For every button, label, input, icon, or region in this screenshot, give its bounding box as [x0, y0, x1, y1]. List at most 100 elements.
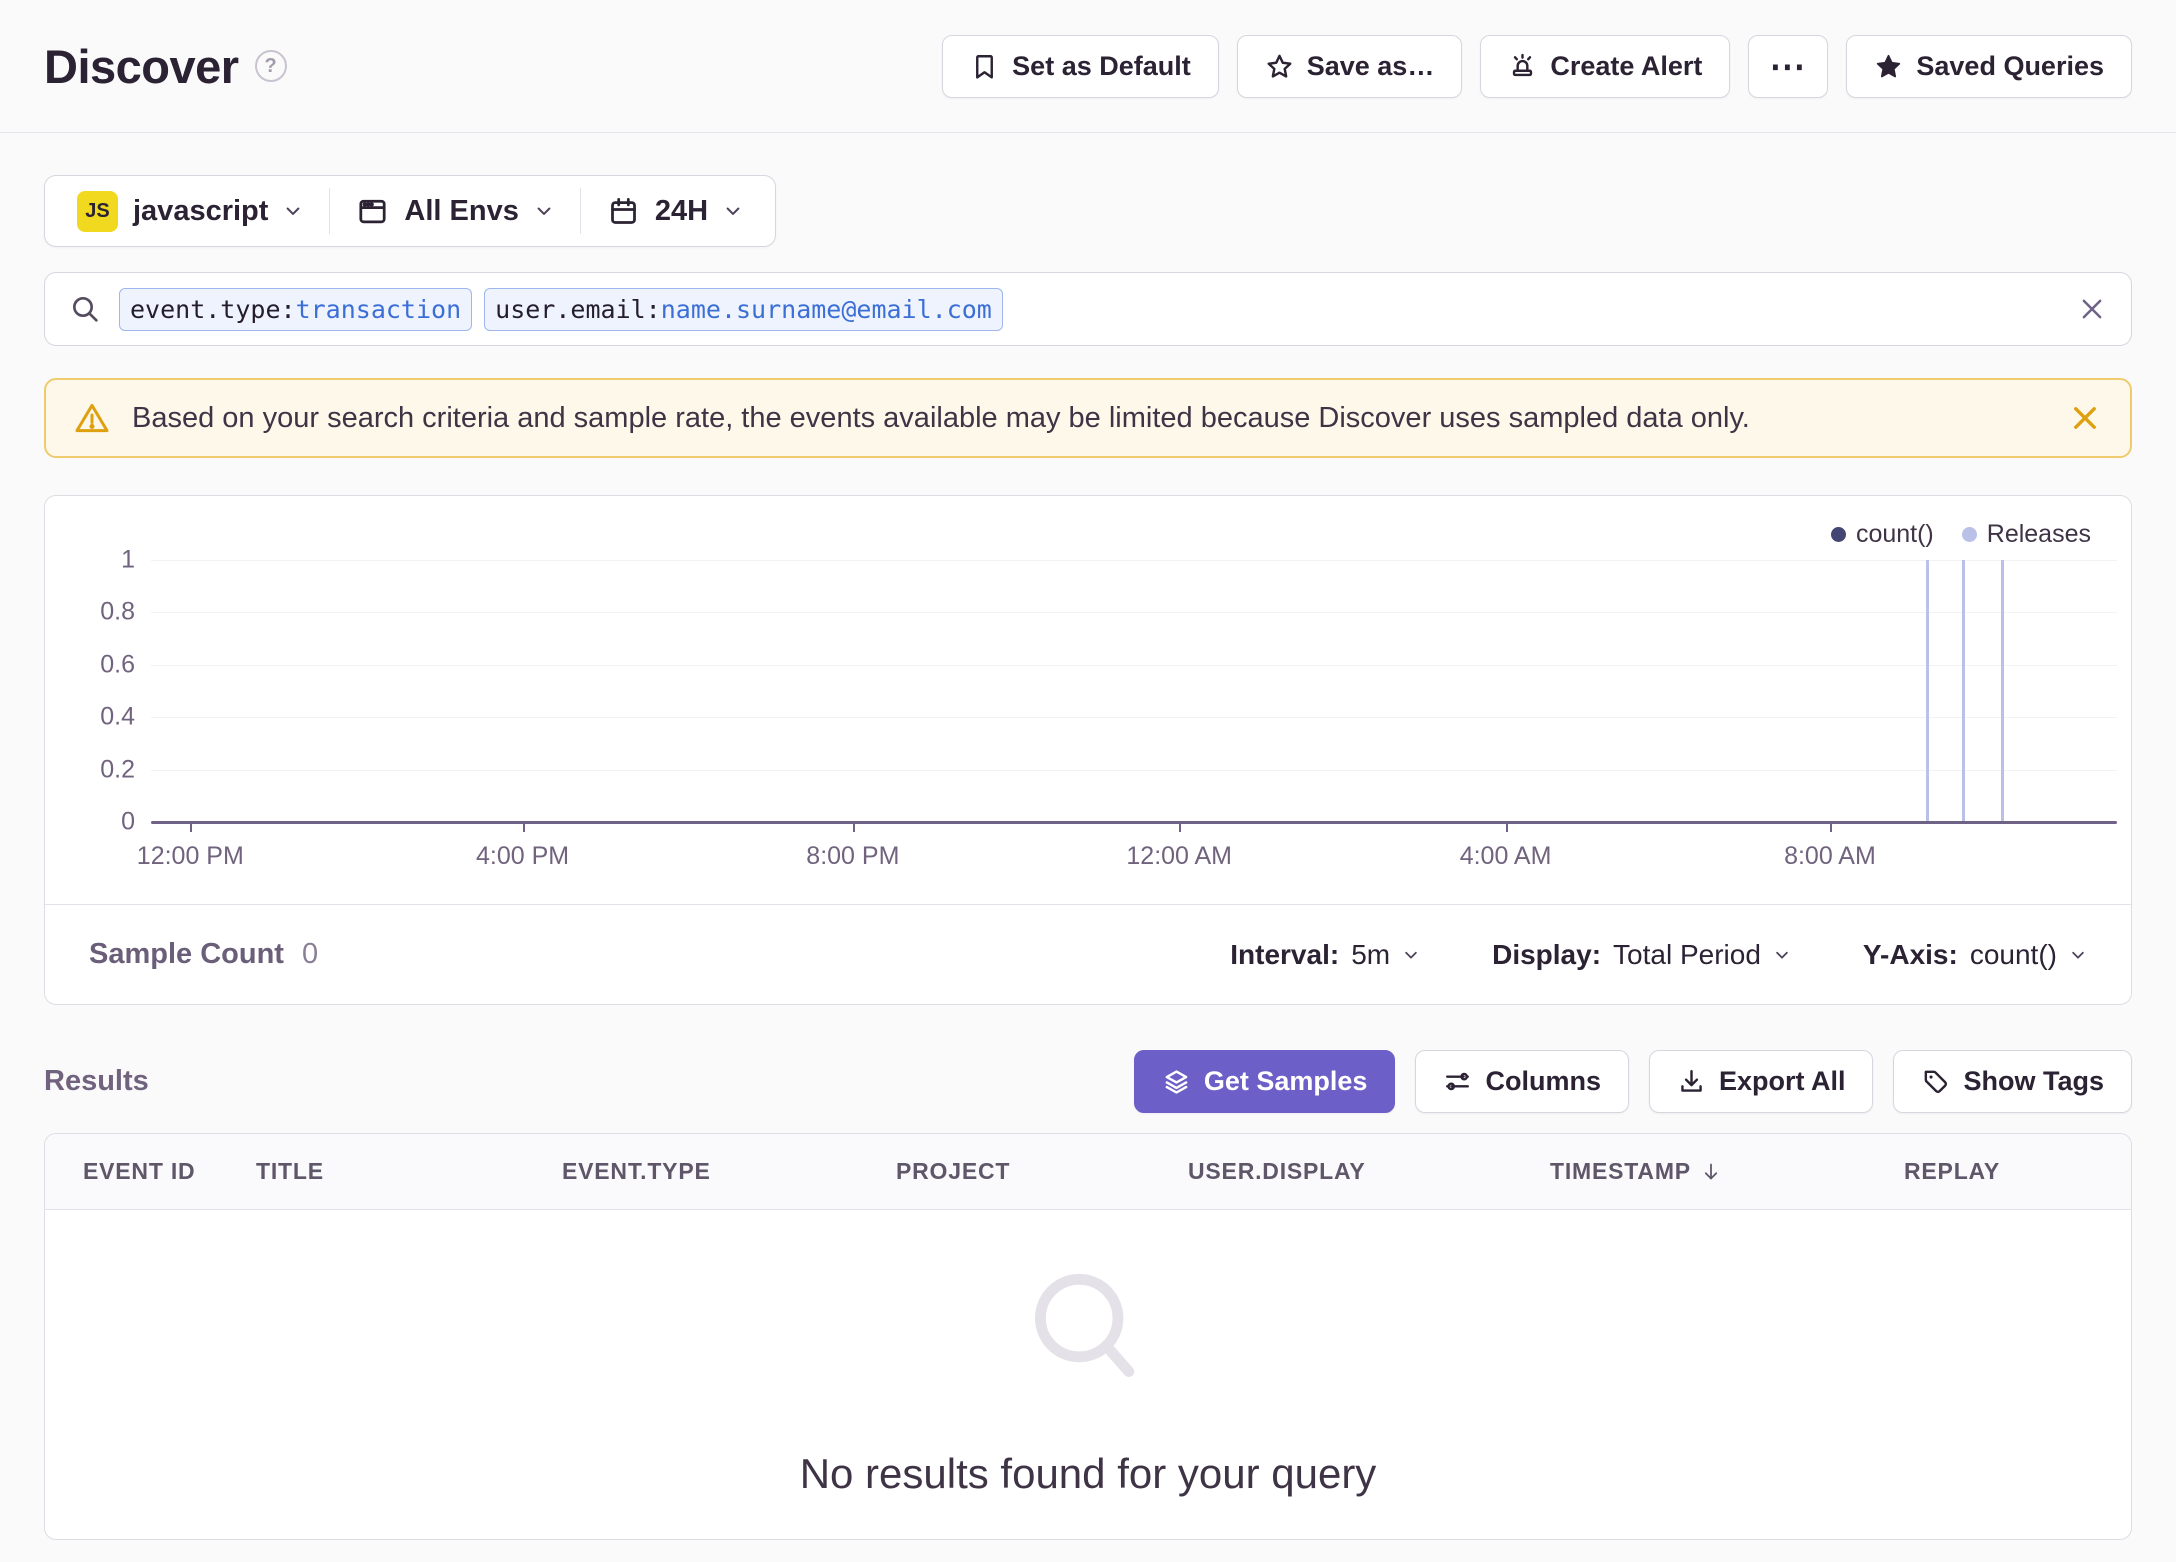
release-marker[interactable] — [1961, 560, 1965, 822]
chevron-down-icon — [287, 207, 300, 215]
sampled-data-warning-banner: Based on your search criteria and sample… — [44, 378, 2132, 458]
set-as-default-button[interactable]: Set as Default — [942, 34, 1219, 98]
column-header-user-display[interactable]: USER.DISPLAY — [1188, 1158, 1550, 1185]
column-header-label: TIMESTAMP — [1550, 1158, 1691, 1184]
chevron-down-icon — [726, 207, 740, 215]
display-dropdown[interactable]: Display: Total Period — [1492, 939, 1791, 971]
more-options-button[interactable]: ⋯ — [1748, 34, 1829, 98]
legend-item-count[interactable]: count() — [1830, 520, 1934, 549]
column-header-label: REPLAY — [1904, 1158, 2000, 1184]
chart-footer-controls: Interval: 5m Display: Total Period Y-Axi… — [1230, 939, 2087, 971]
sliders-icon — [1446, 1072, 1470, 1090]
export-all-button[interactable]: Export All — [1648, 1049, 1874, 1113]
column-header-title[interactable]: TITLE — [256, 1158, 562, 1185]
x-axis-tick-label: 12:00 AM — [1126, 842, 1233, 870]
results-table: EVENT ID TITLE EVENT.TYPE PROJECT USER.D… — [44, 1133, 2132, 1540]
calendar-icon — [610, 197, 636, 224]
gridline — [151, 717, 2117, 719]
chevron-down-icon — [1776, 951, 1788, 959]
y-axis-tick-label: 0.6 — [100, 650, 135, 679]
release-marker[interactable] — [2001, 560, 2004, 822]
show-tags-button[interactable]: Show Tags — [1893, 1049, 2132, 1113]
warning-triangle-icon — [75, 403, 109, 433]
legend-item-releases[interactable]: Releases — [1961, 520, 2091, 549]
releases-dot — [1961, 527, 1977, 542]
saved-queries-label: Saved Queries — [1916, 50, 2104, 81]
interval-value: 5m — [1351, 938, 1391, 970]
ellipsis-icon: ⋯ — [1769, 45, 1808, 86]
environment-filter-dropdown[interactable]: All Envs — [330, 176, 579, 246]
column-header-event-id[interactable]: EVENT ID — [83, 1158, 256, 1185]
interval-dropdown[interactable]: Interval: 5m — [1230, 939, 1420, 971]
y-axis-tick-label: 0 — [121, 807, 135, 836]
column-header-label: EVENT.TYPE — [562, 1158, 711, 1184]
y-axis-tick-label: 1 — [121, 545, 135, 574]
column-header-timestamp[interactable]: TIMESTAMP — [1550, 1158, 1904, 1185]
y-axis-tick-label: 0.4 — [100, 702, 135, 731]
tick-mark — [1179, 822, 1182, 832]
no-results-text: No results found for your query — [799, 1449, 1377, 1497]
events-chart-panel: count() Releases 1 0.8 0.6 0.4 0.2 0 12:… — [44, 495, 2132, 1005]
interval-label: Interval: — [1230, 938, 1340, 970]
y-axis-tick-label: 0.2 — [100, 755, 135, 784]
column-header-label: EVENT ID — [83, 1158, 196, 1184]
x-axis-tick-label: 8:00 AM — [1784, 842, 1876, 870]
columns-button[interactable]: Columns — [1415, 1049, 1629, 1113]
columns-label: Columns — [1485, 1065, 1601, 1096]
get-samples-label: Get Samples — [1203, 1065, 1368, 1096]
release-marker[interactable] — [1926, 560, 1930, 822]
download-icon — [1681, 1069, 1702, 1092]
column-header-event-type[interactable]: EVENT.TYPE — [562, 1158, 896, 1185]
token-value: name.surname@email.com — [660, 294, 992, 324]
get-samples-button[interactable]: Get Samples — [1133, 1049, 1396, 1113]
clear-search-icon[interactable] — [2077, 294, 2107, 324]
x-axis-line — [151, 821, 2117, 824]
project-filter-label: javascript — [133, 194, 269, 227]
warning-text: Based on your search criteria and sample… — [132, 401, 1750, 434]
x-axis-tick-label: 4:00 AM — [1459, 842, 1552, 870]
results-header-row: Results Get Samples Columns Export All S… — [44, 1048, 2132, 1114]
tag-icon — [1925, 1070, 1948, 1093]
search-icon — [73, 297, 98, 322]
star-filled-icon — [1877, 54, 1901, 77]
results-actions: Get Samples Columns Export All Show Tags — [1133, 1049, 2132, 1113]
gridline — [151, 612, 2117, 614]
chart-footer: Sample Count 0 Interval: 5m Display: Tot… — [45, 904, 2131, 1004]
table-header-row: EVENT ID TITLE EVENT.TYPE PROJECT USER.D… — [45, 1134, 2131, 1210]
gridline — [151, 664, 2117, 666]
column-header-project[interactable]: PROJECT — [896, 1158, 1188, 1185]
display-label: Display: — [1492, 938, 1602, 970]
dismiss-banner-icon[interactable] — [2068, 401, 2102, 435]
column-header-replay[interactable]: REPLAY — [1904, 1158, 2131, 1185]
save-as-button[interactable]: Save as… — [1236, 34, 1463, 98]
search-token-user-email[interactable]: user.email: name.surname@email.com — [484, 287, 1003, 331]
time-range-dropdown[interactable]: 24H — [581, 176, 769, 246]
tick-mark — [522, 822, 525, 832]
tick-mark — [1505, 822, 1508, 832]
top-bar-actions: Set as Default Save as… Create Alert ⋯ S… — [942, 34, 2132, 98]
show-tags-label: Show Tags — [1963, 1065, 2104, 1096]
saved-queries-button[interactable]: Saved Queries — [1846, 34, 2132, 98]
x-axis-tick-label: 12:00 PM — [136, 842, 244, 870]
search-input[interactable]: event.type: transaction user.email: name.s… — [44, 272, 2132, 346]
create-alert-button[interactable]: Create Alert — [1480, 34, 1731, 98]
time-range-label: 24H — [654, 194, 709, 227]
y-axis-dropdown[interactable]: Y-Axis: count() — [1863, 939, 2087, 971]
empty-search-icon — [1034, 1273, 1134, 1377]
x-axis-tick-label: 4:00 PM — [476, 842, 570, 870]
results-heading: Results — [44, 1064, 149, 1097]
y-axis-label: Y-Axis: — [1862, 938, 1958, 970]
discover-page: Discover ? Set as Default Save as… Creat… — [0, 0, 2176, 1562]
project-filter-dropdown[interactable]: JS javascript — [51, 176, 329, 246]
sample-count-label: Sample Count — [89, 938, 284, 970]
y-axis-value: count() — [1969, 938, 2057, 970]
search-token-event-type[interactable]: event.type: transaction — [119, 287, 473, 331]
chevron-down-icon — [2072, 951, 2084, 959]
count-series-dot — [1830, 527, 1846, 542]
create-alert-label: Create Alert — [1550, 50, 1703, 81]
siren-icon — [1513, 53, 1533, 76]
help-icon[interactable]: ? — [254, 50, 287, 82]
sort-descending-arrow-icon — [1704, 1163, 1718, 1179]
sample-count-value: 0 — [301, 938, 319, 970]
bookmark-icon — [976, 54, 994, 79]
